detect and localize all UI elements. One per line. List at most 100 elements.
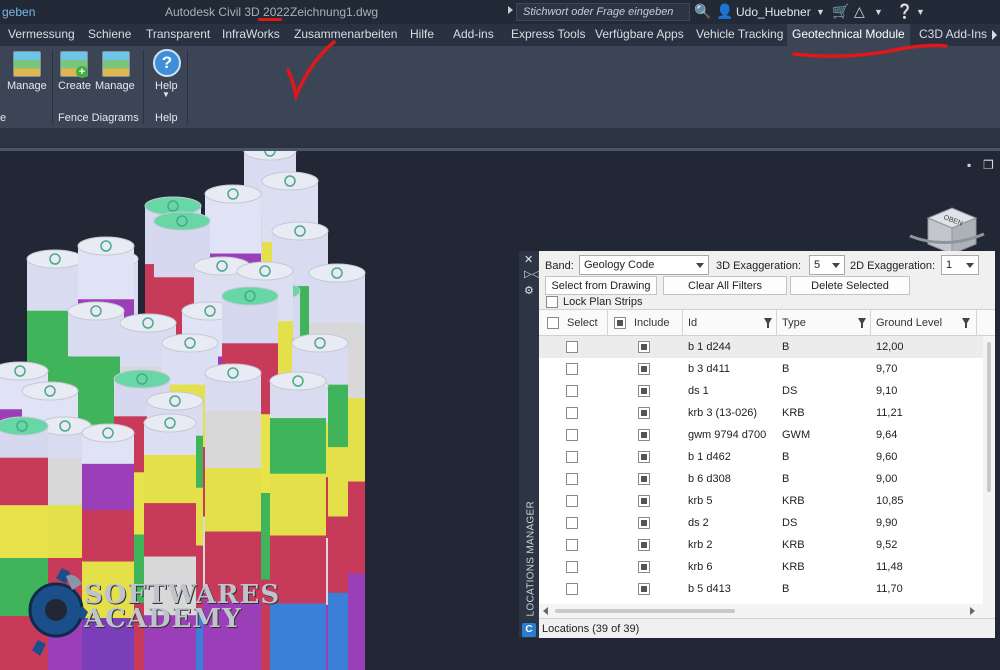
row-select-checkbox[interactable] bbox=[566, 495, 578, 507]
tab-add-ins[interactable]: Add-ins bbox=[453, 27, 494, 41]
vertical-scrollbar[interactable] bbox=[983, 336, 995, 604]
scroll-thumb[interactable] bbox=[555, 609, 735, 613]
lock-plan-strips-checkbox[interactable] bbox=[546, 296, 558, 308]
table-row[interactable]: krb 3 (13-026) KRB 11,21 bbox=[539, 402, 983, 424]
help-question-icon[interactable]: ? bbox=[153, 49, 181, 77]
a360-dropdown-icon[interactable]: ▼ bbox=[874, 7, 883, 17]
row-select-checkbox[interactable] bbox=[566, 385, 578, 397]
search-icon[interactable]: 🔍 bbox=[694, 3, 711, 20]
row-select-checkbox[interactable] bbox=[566, 363, 578, 375]
cart-icon[interactable]: 🛒 bbox=[832, 3, 849, 20]
table-row[interactable]: b 5 d413 B 11,70 bbox=[539, 578, 983, 600]
help-icon[interactable]: ❔ bbox=[896, 3, 913, 20]
autodesk-a360-icon[interactable]: △ bbox=[854, 3, 865, 20]
manage-fence-button[interactable]: Manage bbox=[95, 80, 135, 92]
column-separator[interactable] bbox=[870, 310, 871, 336]
table-row[interactable]: b 6 d308 B 9,00 bbox=[539, 468, 983, 490]
tab-express-tools[interactable]: Express Tools bbox=[511, 27, 585, 41]
search-expand-icon[interactable] bbox=[508, 6, 513, 14]
horizontal-scrollbar[interactable] bbox=[539, 604, 995, 618]
row-select-checkbox[interactable] bbox=[566, 407, 578, 419]
row-include-checkbox[interactable] bbox=[638, 539, 650, 551]
scroll-right-icon[interactable] bbox=[970, 607, 975, 615]
search-input[interactable]: Stichwort oder Frage eingeben bbox=[516, 3, 690, 21]
exag3d-label: 3D Exaggeration: bbox=[716, 260, 801, 272]
column-header-select[interactable]: Select bbox=[567, 317, 598, 329]
select-from-drawing-button[interactable]: Select from Drawing bbox=[545, 276, 657, 295]
scroll-left-icon[interactable] bbox=[543, 607, 548, 615]
column-separator[interactable] bbox=[976, 310, 977, 336]
quick-access-text[interactable]: geben bbox=[2, 5, 35, 19]
row-include-checkbox[interactable] bbox=[638, 385, 650, 397]
column-separator[interactable] bbox=[607, 310, 608, 336]
row-include-checkbox[interactable] bbox=[638, 495, 650, 507]
column-separator[interactable] bbox=[682, 310, 683, 336]
table-row[interactable]: krb 2 KRB 9,52 bbox=[539, 534, 983, 556]
band-select[interactable]: Geology Code bbox=[579, 255, 709, 275]
column-header-id[interactable]: Id bbox=[688, 317, 697, 329]
row-select-checkbox[interactable] bbox=[566, 561, 578, 573]
tab-infraworks[interactable]: InfraWorks bbox=[222, 27, 280, 41]
exag3d-select[interactable]: 5 bbox=[809, 255, 845, 275]
layers-manage-icon[interactable] bbox=[13, 51, 41, 77]
create-fence-button[interactable]: Create bbox=[58, 80, 91, 92]
row-select-checkbox[interactable] bbox=[566, 341, 578, 353]
row-select-checkbox[interactable] bbox=[566, 539, 578, 551]
tab-schiene[interactable]: Schiene bbox=[88, 27, 131, 41]
row-include-checkbox[interactable] bbox=[638, 451, 650, 463]
help-dropdown-icon[interactable]: ▼ bbox=[162, 90, 170, 99]
column-separator[interactable] bbox=[776, 310, 777, 336]
row-include-checkbox[interactable] bbox=[638, 473, 650, 485]
row-include-checkbox[interactable] bbox=[638, 517, 650, 529]
table-row[interactable]: krb 6 KRB 11,48 bbox=[539, 556, 983, 578]
table-row[interactable]: gwm 9794 d700 GWM 9,64 bbox=[539, 424, 983, 446]
tabs-scroll-right-icon[interactable] bbox=[992, 30, 997, 40]
delete-selected-button[interactable]: Delete Selected bbox=[790, 276, 910, 295]
row-select-checkbox[interactable] bbox=[566, 451, 578, 463]
tab-c3d-add-ins[interactable]: C3D Add-Ins bbox=[919, 27, 987, 41]
column-header-type[interactable]: Type bbox=[782, 317, 806, 329]
user-icon[interactable]: 👤 bbox=[716, 3, 733, 20]
table-row[interactable]: ds 2 DS 9,90 bbox=[539, 512, 983, 534]
tab-verfuegbare-apps[interactable]: Verfügbare Apps bbox=[595, 27, 684, 41]
table-row[interactable]: b 1 d244 B 12,00 bbox=[539, 336, 983, 358]
row-include-checkbox[interactable] bbox=[638, 341, 650, 353]
row-select-checkbox[interactable] bbox=[566, 429, 578, 441]
exag2d-select[interactable]: 1 bbox=[941, 255, 979, 275]
row-include-checkbox[interactable] bbox=[638, 583, 650, 595]
viewport-restore-icon[interactable]: ❐ bbox=[983, 158, 994, 172]
scroll-thumb[interactable] bbox=[987, 342, 991, 492]
select-all-checkbox[interactable] bbox=[547, 317, 559, 329]
row-include-checkbox[interactable] bbox=[638, 561, 650, 573]
table-row[interactable]: b 3 d411 B 9,70 bbox=[539, 358, 983, 380]
viewport-minimize-icon[interactable]: ▪ bbox=[967, 158, 971, 172]
row-include-checkbox[interactable] bbox=[638, 429, 650, 441]
row-include-checkbox[interactable] bbox=[638, 407, 650, 419]
user-dropdown-icon[interactable]: ▼ bbox=[816, 7, 825, 17]
settings-gear-icon[interactable]: ⚙ bbox=[524, 284, 534, 297]
filter-type-icon[interactable] bbox=[858, 318, 866, 328]
tab-hilfe[interactable]: Hilfe bbox=[410, 27, 434, 41]
close-icon[interactable]: ✕ bbox=[524, 253, 533, 266]
clear-all-filters-button[interactable]: Clear All Filters bbox=[663, 276, 787, 295]
column-header-ground-level[interactable]: Ground Level bbox=[876, 317, 942, 329]
table-row[interactable]: krb 5 KRB 10,85 bbox=[539, 490, 983, 512]
filter-id-icon[interactable] bbox=[764, 318, 772, 328]
row-include-checkbox[interactable] bbox=[638, 363, 650, 375]
tab-vermessung[interactable]: Vermessung bbox=[8, 27, 75, 41]
column-header-include[interactable]: Include bbox=[634, 317, 669, 329]
table-row[interactable]: ds 1 DS 9,10 bbox=[539, 380, 983, 402]
row-select-checkbox[interactable] bbox=[566, 473, 578, 485]
tab-vehicle-tracking[interactable]: Vehicle Tracking bbox=[696, 27, 783, 41]
row-select-checkbox[interactable] bbox=[566, 517, 578, 529]
fence-manage-icon[interactable] bbox=[102, 51, 130, 77]
tab-transparent[interactable]: Transparent bbox=[146, 27, 210, 41]
filter-ground-level-icon[interactable] bbox=[962, 318, 970, 328]
help-dropdown-icon[interactable]: ▼ bbox=[916, 7, 925, 17]
autohide-icon[interactable]: ▷◁ bbox=[524, 269, 539, 280]
table-row[interactable]: b 1 d462 B 9,60 bbox=[539, 446, 983, 468]
include-all-checkbox[interactable] bbox=[614, 317, 626, 329]
manage-left-button[interactable]: Manage bbox=[7, 80, 47, 92]
user-name[interactable]: Udo_Huebner bbox=[736, 5, 811, 19]
row-select-checkbox[interactable] bbox=[566, 583, 578, 595]
